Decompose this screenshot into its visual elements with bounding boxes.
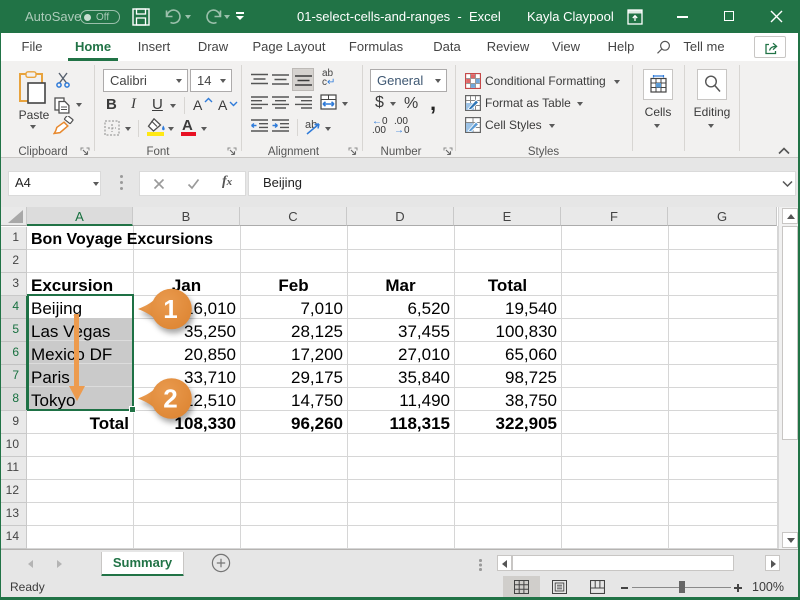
svg-text:2: 2 [163, 384, 177, 414]
svg-text:1: 1 [163, 294, 177, 324]
